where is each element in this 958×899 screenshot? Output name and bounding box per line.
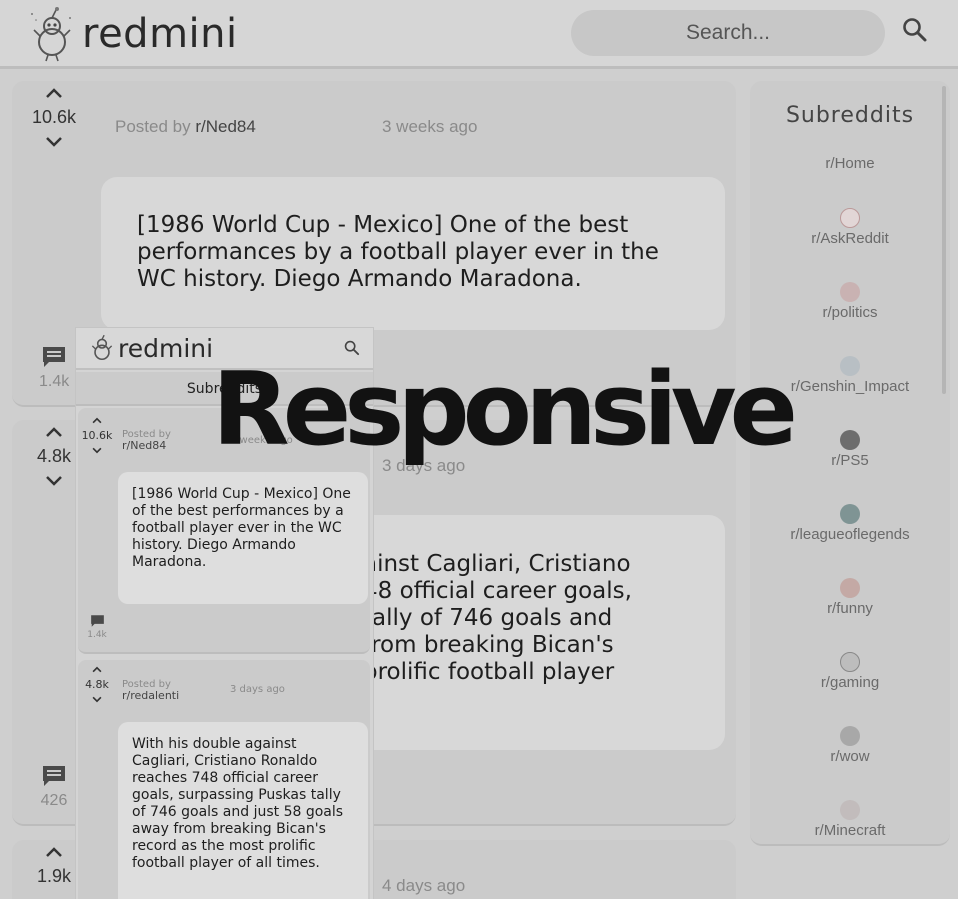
post-meta: Posted by r/redalenti — [122, 679, 179, 701]
post-time: 3 weeks ago — [382, 117, 478, 136]
post-text-line: from breaking Bican's — [363, 632, 614, 658]
sidebar-item-label: r/leagueoflegends — [790, 526, 910, 543]
sidebar-item-funny[interactable]: r/funny — [750, 578, 950, 617]
sidebar-item-askreddit[interactable]: r/AskReddit — [750, 208, 950, 247]
sidebar-item-label: r/Minecraft — [814, 822, 886, 839]
upvote-icon[interactable] — [45, 846, 63, 858]
post-author[interactable]: r/Ned84 — [122, 440, 171, 451]
mobile-logo-text: redmini — [118, 333, 214, 363]
logo-text: redmini — [82, 11, 238, 57]
vote-box: 4.8k — [78, 666, 116, 703]
search-icon[interactable] — [902, 17, 928, 43]
sidebar-title: Subreddits — [785, 103, 915, 128]
downvote-icon[interactable] — [92, 696, 102, 703]
post-text: ainst Cagliari, Cristiano 48 official ca… — [363, 551, 695, 686]
post-time: 3 days ago — [230, 684, 285, 695]
sidebar-scrollbar[interactable] — [942, 86, 946, 394]
funny-icon — [840, 578, 860, 598]
post-text: [1986 World Cup - Mexico] One of the bes… — [132, 486, 351, 570]
sidebar-item-leagueoflegends[interactable]: r/leagueoflegends — [750, 504, 950, 543]
comments-button[interactable]: 1.4k — [86, 614, 108, 640]
reddit-alien-icon — [31, 7, 71, 62]
post-text: With his double against Cagliari, Cristi… — [132, 736, 344, 871]
post-text-line: 48 official career goals, — [363, 578, 632, 604]
comments-button[interactable]: 1.4k — [39, 345, 69, 391]
search-input[interactable]: Search... — [571, 10, 885, 56]
playstation-icon — [840, 430, 860, 450]
gaming-icon — [840, 652, 860, 672]
post-meta: Posted by r/Ned84 — [115, 117, 256, 137]
upvote-icon[interactable] — [45, 426, 63, 438]
post-score: 10.6k — [31, 107, 77, 127]
post-score: 4.8k — [85, 678, 109, 691]
post-text: [1986 World Cup - Mexico] One of the bes… — [137, 212, 659, 292]
league-icon — [840, 504, 860, 524]
vote-box: 10.6k — [78, 417, 116, 454]
post-author[interactable]: r/Ned84 — [195, 117, 255, 136]
responsive-headline: Responsive — [212, 350, 798, 468]
comments-button[interactable]: 426 — [39, 764, 69, 810]
comments-count: 1.4k — [87, 630, 107, 640]
post-author[interactable]: r/redalenti — [122, 690, 179, 701]
sidebar-item-wow[interactable]: r/wow — [750, 726, 950, 765]
sidebar-item-gaming[interactable]: r/gaming — [750, 652, 950, 691]
sidebar-item-label: r/PS5 — [831, 452, 869, 469]
comment-icon — [43, 347, 65, 367]
sidebar-item-home[interactable]: r/Home — [750, 155, 950, 172]
comments-count: 426 — [40, 792, 68, 809]
sidebar-item-label: r/politics — [822, 304, 878, 321]
post-time: 4 days ago — [382, 876, 466, 895]
upvote-icon[interactable] — [45, 87, 63, 99]
post-meta: Posted by r/Ned84 — [122, 429, 171, 451]
askreddit-icon — [840, 208, 860, 228]
downvote-icon[interactable] — [45, 136, 63, 148]
comments-count: 1.4k — [39, 373, 70, 390]
reddit-alien-icon — [91, 334, 113, 361]
downvote-icon[interactable] — [45, 475, 63, 487]
sidebar-item-label: r/Home — [825, 155, 875, 172]
sidebar-item-label: r/gaming — [820, 674, 880, 691]
mobile-post-card: 4.8k Posted by r/redalenti 3 days ago Wi… — [78, 660, 370, 899]
sidebar-item-label: r/funny — [827, 600, 873, 617]
app-header: redmini Search... — [0, 0, 958, 69]
sidebar-item-politics[interactable]: r/politics — [750, 282, 950, 321]
upvote-icon[interactable] — [92, 666, 102, 673]
sidebar-item-label: r/AskReddit — [811, 230, 889, 247]
post-text-line: prolific football player — [363, 659, 615, 685]
mobile-logo[interactable]: redmini — [88, 333, 213, 363]
politics-icon — [840, 282, 860, 302]
app-logo[interactable]: redmini — [26, 6, 238, 62]
posted-by-label: Posted by — [115, 117, 191, 136]
post-text-line: ainst Cagliari, Cristiano — [363, 551, 631, 577]
upvote-icon[interactable] — [92, 417, 102, 424]
sidebar-item-label: r/wow — [830, 748, 870, 765]
vote-box: 10.6k — [12, 87, 96, 148]
post-text-line: tally of 746 goals and — [363, 605, 613, 631]
comment-icon — [90, 615, 104, 627]
sidebar-item-label: r/Genshin_Impact — [790, 378, 910, 395]
post-body[interactable]: [1986 World Cup - Mexico] One of the bes… — [101, 177, 725, 330]
sidebar-item-minecraft[interactable]: r/Minecraft — [750, 800, 950, 839]
minecraft-icon — [840, 800, 860, 820]
wow-icon — [840, 726, 860, 746]
post-body[interactable]: With his double against Cagliari, Cristi… — [118, 722, 368, 899]
downvote-icon[interactable] — [92, 447, 102, 454]
genshin-icon — [840, 356, 860, 376]
post-score: 10.6k — [81, 429, 113, 442]
post-body[interactable]: [1986 World Cup - Mexico] One of the bes… — [118, 472, 368, 604]
comment-icon — [43, 766, 65, 786]
